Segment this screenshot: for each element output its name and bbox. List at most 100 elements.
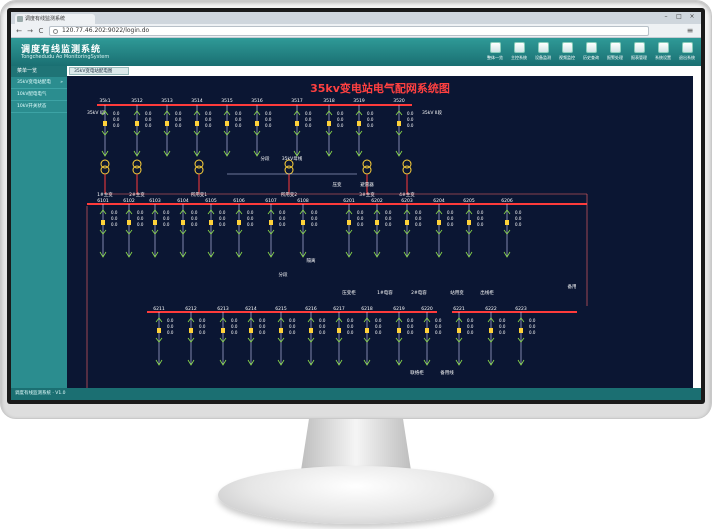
control-icon [513,42,525,53]
switch-icon [135,121,139,126]
close-button[interactable]: × [687,13,697,21]
sidebar-header: 菜单一览 [11,66,67,77]
switch-icon [221,328,225,333]
transformer-label: 2#主变 [129,191,145,198]
sidebar-item-label: 10kV配电电气 [17,92,47,97]
bay-value: 0.0 [175,111,182,116]
toolbar-button-label: 报警处理 [607,55,623,60]
bay-value: 0.0 [529,330,536,335]
bay-value: 0.0 [219,216,226,221]
feeder-label: 35k1 [99,98,110,104]
transformer-icon [100,165,110,175]
sidebar-item-label: 10kV开关状态 [17,104,47,109]
bay-value: 0.0 [385,210,392,215]
switch-icon [327,121,331,126]
bay-value: 0.0 [137,222,144,227]
bay-value: 0.0 [113,123,120,128]
feeder-label: 6216 [305,306,317,312]
history-icon [585,42,597,53]
toolbar-button-3[interactable]: 视频监控 [557,40,577,64]
screen: 调度有线监测系统 – □ × ← → C 120.77.46.202:9022/… [11,12,701,400]
bay-value: 0.0 [247,222,254,227]
toolbar-button-6[interactable]: 报表管理 [629,40,649,64]
switch-icon [249,328,253,333]
toolbar-button-label: 历史查询 [583,55,599,60]
bay-value: 0.0 [407,117,414,122]
feeder-label: 6205 [463,198,475,204]
address-bar[interactable]: 120.77.46.202:9022/login.do [49,26,649,36]
browser-tab[interactable]: 调度有线监测系统 [15,14,95,24]
forward-button[interactable]: → [25,26,35,36]
switch-icon [489,328,493,333]
sidebar: 菜单一览 35kV变电站配电 » 10kV配电电气 10kV开关状态 [11,66,67,388]
bay-value: 0.0 [477,216,484,221]
switch-icon [225,121,229,126]
bay-value: 0.0 [467,330,474,335]
feeder-label: 6102 [123,198,135,204]
mid-label: 压变 [333,181,342,188]
switch-icon [375,220,379,225]
minimize-button[interactable]: – [661,13,671,21]
bay-value: 0.0 [137,210,144,215]
bus-label: 35kV I段 [87,109,106,116]
bay-value: 0.0 [205,117,212,122]
bay-value: 0.0 [447,210,454,215]
switch-icon [309,328,313,333]
switch-icon [165,121,169,126]
bay-value: 0.0 [415,210,422,215]
toolbar-button-8[interactable]: 退出系统 [677,40,697,64]
toolbar-button-2[interactable]: 设备监测 [533,40,553,64]
globe-icon [53,29,58,34]
bay-value: 0.0 [515,222,522,227]
toolbar-button-4[interactable]: 历史查询 [581,40,601,64]
bay-value: 0.0 [357,216,364,221]
toolbar-button-7[interactable]: 系统设置 [653,40,673,64]
bay-value: 0.0 [167,330,174,335]
bay-value: 0.0 [529,324,536,329]
transformer-label: 所用变1 [191,191,207,198]
switch-icon [457,328,461,333]
bay-value: 0.0 [319,318,326,323]
sidebar-item-10kv-electric[interactable]: 10kV配电电气 [11,89,67,101]
toolbar-button-label: 整体一览 [487,55,503,60]
feeder-bottom-label: 备用 [568,283,577,290]
reload-button[interactable]: C [36,26,46,36]
feeder-label: 6108 [297,198,309,204]
switch-icon [279,328,283,333]
feeder-label: 6220 [421,306,433,312]
toolbar-button-5[interactable]: 报警处理 [605,40,625,64]
feeder-label: 6223 [515,306,527,312]
bay-value: 0.0 [375,324,382,329]
sidebar-item-35kv[interactable]: 35kV变电站配电 » [11,77,67,89]
video-icon [561,42,573,53]
back-button[interactable]: ← [14,26,24,36]
bay-value: 0.0 [205,123,212,128]
browser-menu-icon[interactable]: ≡ [685,26,695,36]
monitor-icon [537,42,549,53]
maximize-button[interactable]: □ [674,13,684,21]
bay-value: 0.0 [447,216,454,221]
toolbar-button-0[interactable]: 整体一览 [485,40,505,64]
bay-value: 0.0 [265,123,272,128]
feeder-label: 6211 [153,306,165,312]
sidebar-item-10kv-switch[interactable]: 10kV开关状态 [11,101,67,113]
address-bar-url: 120.77.46.202:9022/login.do [62,27,150,34]
bay-value: 0.0 [467,324,474,329]
feeder-label: 6105 [205,198,217,204]
toolbar-button-1[interactable]: 主控系统 [509,40,529,64]
bay-value: 0.0 [175,123,182,128]
bay-value: 0.0 [113,117,120,122]
content-tab[interactable]: 35kV变电站配电图 [69,67,129,75]
bay-value: 0.0 [145,123,152,128]
bus-label: 35kV II段 [422,109,442,116]
bay-value: 0.0 [305,117,312,122]
settings-icon [657,42,669,53]
bay-value: 0.0 [435,324,442,329]
feeder-bottom-label: 2#电容 [411,289,427,296]
page-icon [17,16,23,22]
bay-value: 0.0 [415,222,422,227]
bay-value: 0.0 [305,123,312,128]
feeder-label: 6218 [361,306,373,312]
bay-value: 0.0 [435,330,442,335]
bay-value: 0.0 [477,222,484,227]
